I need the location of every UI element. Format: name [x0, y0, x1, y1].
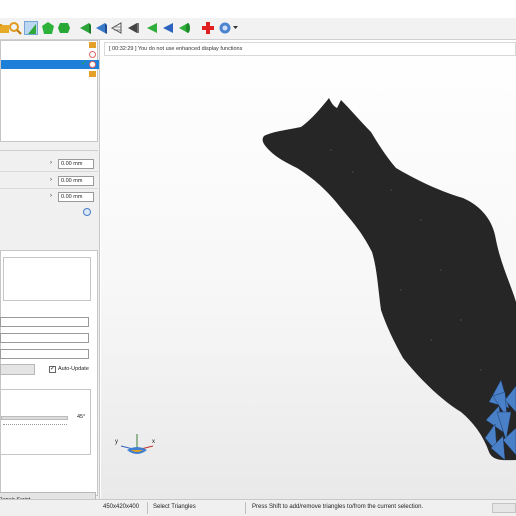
3d-viewport[interactable]: x y	[101, 40, 516, 499]
red-cross-icon[interactable]	[201, 21, 215, 35]
divider	[245, 502, 246, 514]
select-triangle-icon[interactable]	[24, 21, 38, 35]
chevron-right-icon[interactable]: ›	[50, 193, 52, 199]
left-panel: ✓ › 0.00 mm › 0.00 mm › 0.00 mm ✓ Auto-U…	[0, 40, 100, 516]
chevron-right-icon[interactable]: ›	[50, 160, 52, 166]
hexagon-icon[interactable]	[57, 21, 71, 35]
offset-input-2[interactable]: 0.00 mm	[58, 176, 94, 186]
model-canvas[interactable]	[101, 40, 516, 499]
title-band	[0, 0, 516, 18]
auto-update-checkbox[interactable]: ✓	[49, 366, 56, 373]
auto-update-label: Auto-Update	[58, 366, 89, 372]
dropdown-icon[interactable]	[218, 21, 240, 35]
axis-x-label: x	[152, 439, 155, 445]
chevron-right-icon[interactable]: ›	[50, 177, 52, 183]
angle-box: 45°	[0, 389, 91, 455]
checkmark-icon[interactable]: ✓	[81, 60, 87, 68]
slider-ticks	[3, 424, 67, 426]
offset-input-3[interactable]: 0.00 mm	[58, 192, 94, 202]
cat-model	[262, 98, 516, 461]
repair-panel: ✓ Auto-Update 45°	[0, 250, 98, 496]
info-area	[3, 257, 91, 301]
divider	[0, 171, 98, 172]
divider	[147, 502, 148, 514]
status-dimensions: 450x420x400	[103, 504, 140, 510]
progress-area	[492, 503, 516, 513]
magnifier-icon[interactable]	[8, 21, 22, 35]
angle-slider-track[interactable]	[1, 416, 68, 420]
param-field-2[interactable]	[0, 333, 89, 343]
close-circle-icon[interactable]	[89, 61, 96, 68]
green-view-icon[interactable]	[78, 21, 92, 35]
close-circle-icon[interactable]	[89, 51, 96, 58]
offset-input-1[interactable]: 0.00 mm	[58, 159, 94, 169]
apply-button[interactable]	[0, 364, 35, 375]
part-list: ✓	[0, 40, 99, 142]
message-log: [ 00:32:29 ] You do not use enhanced dis…	[104, 42, 516, 56]
status-mode: Select Triangles	[153, 504, 196, 510]
axis-y-label: y	[115, 439, 118, 445]
open-folder-icon[interactable]	[89, 71, 96, 77]
angle-value: 45°	[77, 414, 86, 420]
grey-view-icon[interactable]	[126, 21, 140, 35]
axis-indicator: x y	[113, 430, 161, 460]
blue-arrow-icon[interactable]	[161, 21, 175, 35]
param-field-1[interactable]	[0, 317, 89, 327]
green-arrow-icon[interactable]	[145, 21, 159, 35]
main-toolbar	[0, 18, 516, 40]
reset-circle-icon[interactable]	[83, 208, 91, 216]
param-field-3[interactable]	[0, 349, 89, 359]
divider	[0, 188, 98, 189]
divider	[0, 150, 98, 151]
grey-view-icon[interactable]	[110, 21, 124, 35]
open-folder-icon[interactable]	[89, 42, 96, 48]
blue-view-icon[interactable]	[94, 21, 108, 35]
status-bar: 450x420x400 Select Triangles Press Shift…	[0, 499, 516, 516]
green-cone-icon[interactable]	[177, 21, 191, 35]
status-hint: Press Shift to add/remove triangles to/f…	[252, 504, 424, 510]
pentagon-icon[interactable]	[41, 21, 55, 35]
